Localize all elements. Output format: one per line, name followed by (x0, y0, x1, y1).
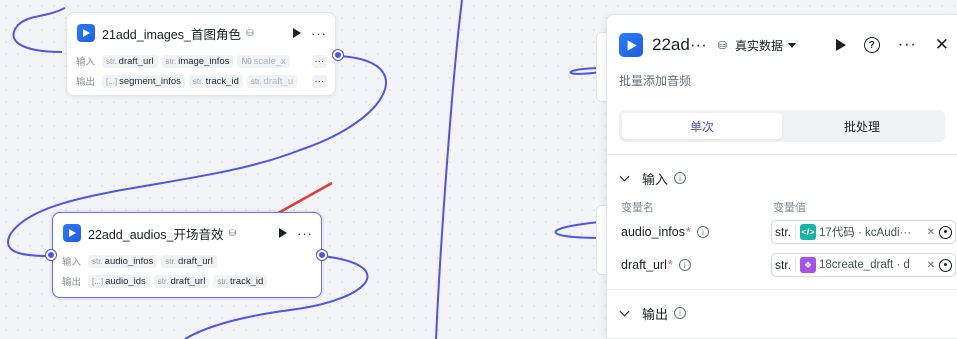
node-inputs-row: 输入 str. audio_infos str. draft_url (62, 253, 313, 269)
help-icon[interactable]: ? (863, 37, 880, 53)
chevron-down-icon (619, 171, 630, 181)
divider (607, 154, 957, 155)
media-icon (77, 24, 95, 42)
mode-tabs: 单次 批处理 (619, 110, 945, 142)
run-node-button[interactable] (293, 28, 301, 38)
more-options-icon[interactable]: ··· (297, 227, 313, 240)
output-tag: str. draft_u (246, 74, 298, 88)
run-button[interactable] (835, 39, 846, 51)
output-tag: str. draft_url (153, 274, 210, 288)
media-icon (619, 33, 643, 57)
input-tag: str. image_infos (161, 54, 234, 68)
col-header-value: 变量值 (773, 202, 806, 214)
info-icon[interactable]: i (696, 226, 709, 238)
panel-description: 批量添加音频 (619, 74, 692, 88)
info-icon[interactable]: i (678, 259, 691, 271)
chevron-down-icon (788, 42, 797, 48)
node-detail-panel: 22ad··· ⛁ 真实数据 ? ··· ✕ 批量添加音频 单次 批处理 输入 … (606, 14, 957, 339)
output-tag: [...] segment_infos (102, 74, 185, 88)
tab-single[interactable]: 单次 (622, 113, 782, 139)
var-value-audio-infos[interactable]: str. </> 17代码 · kcAudi··· ✕ (771, 220, 956, 244)
more-options-icon[interactable]: ··· (898, 36, 917, 54)
code-icon: </> (800, 224, 817, 240)
input-tag: str. draft_url (161, 254, 217, 268)
more-outputs-tag[interactable]: ··· (311, 74, 327, 88)
database-icon: ⛁ (245, 27, 254, 38)
input-tag: N0 scale_x (237, 54, 290, 68)
more-inputs-tag[interactable]: ··· (311, 54, 327, 68)
clear-icon[interactable]: ✕ (923, 260, 939, 271)
node-add-images[interactable]: 21add_images_首图角色 ⛁ ··· 输入 str. draft_url… (66, 12, 336, 96)
node-images-output-port[interactable] (333, 50, 343, 60)
tab-batch[interactable]: 批处理 (782, 113, 942, 139)
var-name-audio-infos: audio_infos * i (621, 225, 709, 239)
close-icon[interactable]: ✕ (935, 35, 949, 55)
more-options-icon[interactable]: ··· (311, 27, 327, 40)
media-icon (63, 224, 81, 242)
input-tag: str. audio_infos (88, 254, 158, 268)
target-icon[interactable] (939, 225, 952, 239)
chevron-down-icon (619, 306, 630, 316)
output-tag: str. track_id (188, 74, 243, 88)
output-tag: str. track_id (213, 274, 268, 288)
database-icon: ⛁ (717, 39, 728, 52)
node-outputs-row: 输出 [...] segment_infos str. track_id str. d… (76, 73, 327, 89)
divider (607, 289, 957, 290)
target-icon[interactable] (939, 258, 952, 272)
node-audios-output-port[interactable] (317, 250, 327, 260)
clear-icon[interactable]: ✕ (923, 227, 939, 238)
run-node-button[interactable] (279, 228, 287, 238)
node-inputs-row: 输入 str. draft_url str. image_infos N0 scale… (76, 53, 327, 69)
var-name-draft-url: draft_url * i (621, 258, 691, 272)
panel-title: 22ad··· (652, 35, 707, 54)
node-title: 21add_images_首图角色 (102, 27, 241, 42)
output-tag: [...] audio_ids (88, 274, 150, 288)
box-icon: ❖ (800, 257, 817, 273)
node-add-audios[interactable]: 22add_audios_开场音效 ⛁ ··· 输入 str. audio_inf… (52, 212, 322, 298)
input-section-header[interactable]: 输入 i (619, 168, 687, 188)
data-mode-dropdown[interactable]: 真实数据 (735, 37, 797, 54)
output-section-header[interactable]: 输出 i (619, 303, 687, 323)
info-icon[interactable]: i (674, 307, 687, 319)
database-icon: ⛁ (228, 227, 237, 238)
node-title: 22add_audios_开场音效 (88, 227, 224, 242)
node-outputs-row: 输出 [...] audio_ids str. draft_url str. trac… (62, 273, 313, 289)
node-audios-input-port[interactable] (46, 250, 56, 260)
input-tag: str. draft_url (102, 54, 158, 68)
info-icon[interactable]: i (674, 172, 687, 184)
var-value-draft-url[interactable]: str. ❖ 18create_draft · d ✕ (771, 253, 956, 277)
col-header-name: 变量名 (621, 202, 654, 214)
